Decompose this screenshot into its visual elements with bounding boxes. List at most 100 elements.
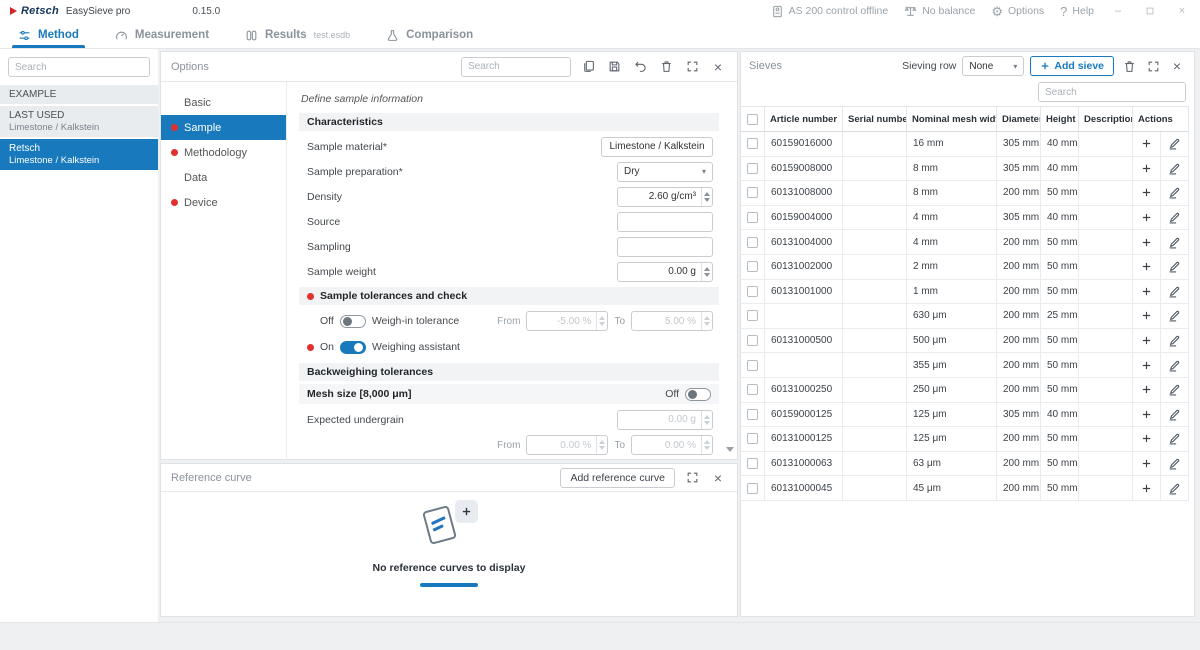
add-to-sieving-row-button[interactable] xyxy=(1133,181,1160,205)
edit-sieve-button[interactable] xyxy=(1160,280,1188,304)
row-checkbox[interactable] xyxy=(747,483,758,494)
sample-preparation-select[interactable]: Dry ▾ xyxy=(617,162,713,182)
add-to-sieving-row-button[interactable] xyxy=(1133,132,1160,156)
column-header[interactable]: Description xyxy=(1079,106,1133,132)
edit-sieve-button[interactable] xyxy=(1160,452,1188,476)
window-minimize-icon[interactable]: – xyxy=(1110,3,1126,19)
edit-sieve-button[interactable] xyxy=(1160,476,1188,500)
add-to-sieving-row-button[interactable] xyxy=(1133,378,1160,402)
expand-icon[interactable] xyxy=(683,469,701,487)
method-search-input[interactable] xyxy=(8,57,150,77)
stepper-down-icon[interactable] xyxy=(704,198,710,202)
expected-undergrain-input[interactable]: 0.00 g xyxy=(617,410,713,430)
edit-sieve-button[interactable] xyxy=(1160,157,1188,181)
options-nav-item[interactable]: Methodology xyxy=(161,140,286,165)
close-icon[interactable]: × xyxy=(1168,57,1186,75)
select-all-checkbox[interactable] xyxy=(747,114,758,125)
expand-icon[interactable] xyxy=(683,58,701,76)
stepper-up-icon[interactable] xyxy=(704,267,710,271)
delete-icon[interactable] xyxy=(657,58,675,76)
row-checkbox[interactable] xyxy=(747,335,758,346)
stepper[interactable] xyxy=(596,436,607,454)
stepper[interactable] xyxy=(701,436,712,454)
edit-sieve-button[interactable] xyxy=(1160,403,1188,427)
row-checkbox[interactable] xyxy=(747,187,758,198)
delete-icon[interactable] xyxy=(1120,57,1138,75)
tab-method[interactable]: Method xyxy=(18,22,79,48)
add-to-sieving-row-button[interactable] xyxy=(1133,157,1160,181)
row-checkbox[interactable] xyxy=(747,261,758,272)
backweighing-to-input[interactable]: 0.00 % xyxy=(631,435,713,455)
method-list-item[interactable]: Retsch Limestone / Kalkstein xyxy=(0,139,158,170)
backweighing-from-input[interactable]: 0.00 % xyxy=(526,435,608,455)
undo-icon[interactable] xyxy=(631,58,649,76)
sample-material-input[interactable] xyxy=(601,137,713,157)
column-header[interactable]: Article number xyxy=(765,106,843,132)
row-checkbox[interactable] xyxy=(747,360,758,371)
tab-results[interactable]: Results test.esdb xyxy=(245,22,350,48)
options-menu[interactable]: ⚙ Options xyxy=(991,5,1044,18)
row-checkbox[interactable] xyxy=(747,138,758,149)
balance-status[interactable]: No balance xyxy=(904,5,975,18)
column-header[interactable]: Diameter xyxy=(997,106,1041,132)
weighing-assistant-toggle[interactable] xyxy=(340,341,366,354)
edit-sieve-button[interactable] xyxy=(1160,255,1188,279)
mesh-size-toggle[interactable] xyxy=(685,388,711,401)
row-checkbox[interactable] xyxy=(747,433,758,444)
options-nav-item[interactable]: Sample xyxy=(161,115,286,140)
device-status[interactable]: AS 200 control offline xyxy=(771,5,889,18)
add-to-sieving-row-button[interactable] xyxy=(1133,452,1160,476)
add-to-sieving-row-button[interactable] xyxy=(1133,255,1160,279)
close-icon[interactable]: × xyxy=(709,469,727,487)
column-header[interactable]: Serial number xyxy=(843,106,907,132)
options-nav-item[interactable]: Data xyxy=(161,165,286,190)
row-checkbox[interactable] xyxy=(747,237,758,248)
edit-sieve-button[interactable] xyxy=(1160,206,1188,230)
duplicate-icon[interactable] xyxy=(579,58,597,76)
options-search-input[interactable] xyxy=(461,57,571,77)
row-checkbox[interactable] xyxy=(747,286,758,297)
stepper[interactable] xyxy=(701,312,712,330)
stepper[interactable] xyxy=(701,411,712,429)
sampling-input[interactable] xyxy=(617,237,713,257)
help-menu[interactable]: ? Help xyxy=(1060,5,1094,18)
row-checkbox[interactable] xyxy=(747,212,758,223)
add-to-sieving-row-button[interactable] xyxy=(1133,230,1160,254)
sieving-row-select[interactable]: None ▾ xyxy=(962,56,1024,76)
row-checkbox[interactable] xyxy=(747,310,758,321)
sample-weight-input[interactable]: 0.00 g xyxy=(617,262,713,282)
source-input[interactable] xyxy=(617,212,713,232)
density-stepper[interactable] xyxy=(701,188,712,206)
sample-weight-stepper[interactable] xyxy=(701,263,712,281)
edit-sieve-button[interactable] xyxy=(1160,378,1188,402)
tab-comparison[interactable]: Comparison xyxy=(386,22,473,48)
add-to-sieving-row-button[interactable] xyxy=(1133,427,1160,451)
row-checkbox[interactable] xyxy=(747,384,758,395)
add-to-sieving-row-button[interactable] xyxy=(1133,206,1160,230)
add-to-sieving-row-button[interactable] xyxy=(1133,304,1160,328)
edit-sieve-button[interactable] xyxy=(1160,230,1188,254)
column-header[interactable]: Actions xyxy=(1133,106,1189,132)
method-list-item[interactable]: LAST USED Limestone / Kalkstein xyxy=(0,106,158,137)
edit-sieve-button[interactable] xyxy=(1160,427,1188,451)
add-sieve-button[interactable]: Add sieve xyxy=(1030,56,1114,76)
add-reference-curve-button[interactable]: Add reference curve xyxy=(560,468,675,488)
window-maximize-icon[interactable] xyxy=(1142,3,1158,19)
edit-sieve-button[interactable] xyxy=(1160,132,1188,156)
options-nav-item[interactable]: Device xyxy=(161,190,286,215)
edit-sieve-button[interactable] xyxy=(1160,304,1188,328)
row-checkbox[interactable] xyxy=(747,409,758,420)
stepper-up-icon[interactable] xyxy=(704,192,710,196)
weigh-in-from-input[interactable]: -5.00 % xyxy=(526,311,608,331)
density-input[interactable]: 2.60 g/cm³ xyxy=(617,187,713,207)
edit-sieve-button[interactable] xyxy=(1160,181,1188,205)
tab-measurement[interactable]: Measurement xyxy=(115,22,209,48)
add-to-sieving-row-button[interactable] xyxy=(1133,476,1160,500)
add-to-sieving-row-button[interactable] xyxy=(1133,280,1160,304)
row-checkbox[interactable] xyxy=(747,458,758,469)
stepper-down-icon[interactable] xyxy=(704,273,710,277)
row-checkbox[interactable] xyxy=(747,163,758,174)
add-to-sieving-row-button[interactable] xyxy=(1133,353,1160,377)
weigh-in-to-input[interactable]: 5.00 % xyxy=(631,311,713,331)
options-nav-item[interactable]: Basic xyxy=(161,90,286,115)
